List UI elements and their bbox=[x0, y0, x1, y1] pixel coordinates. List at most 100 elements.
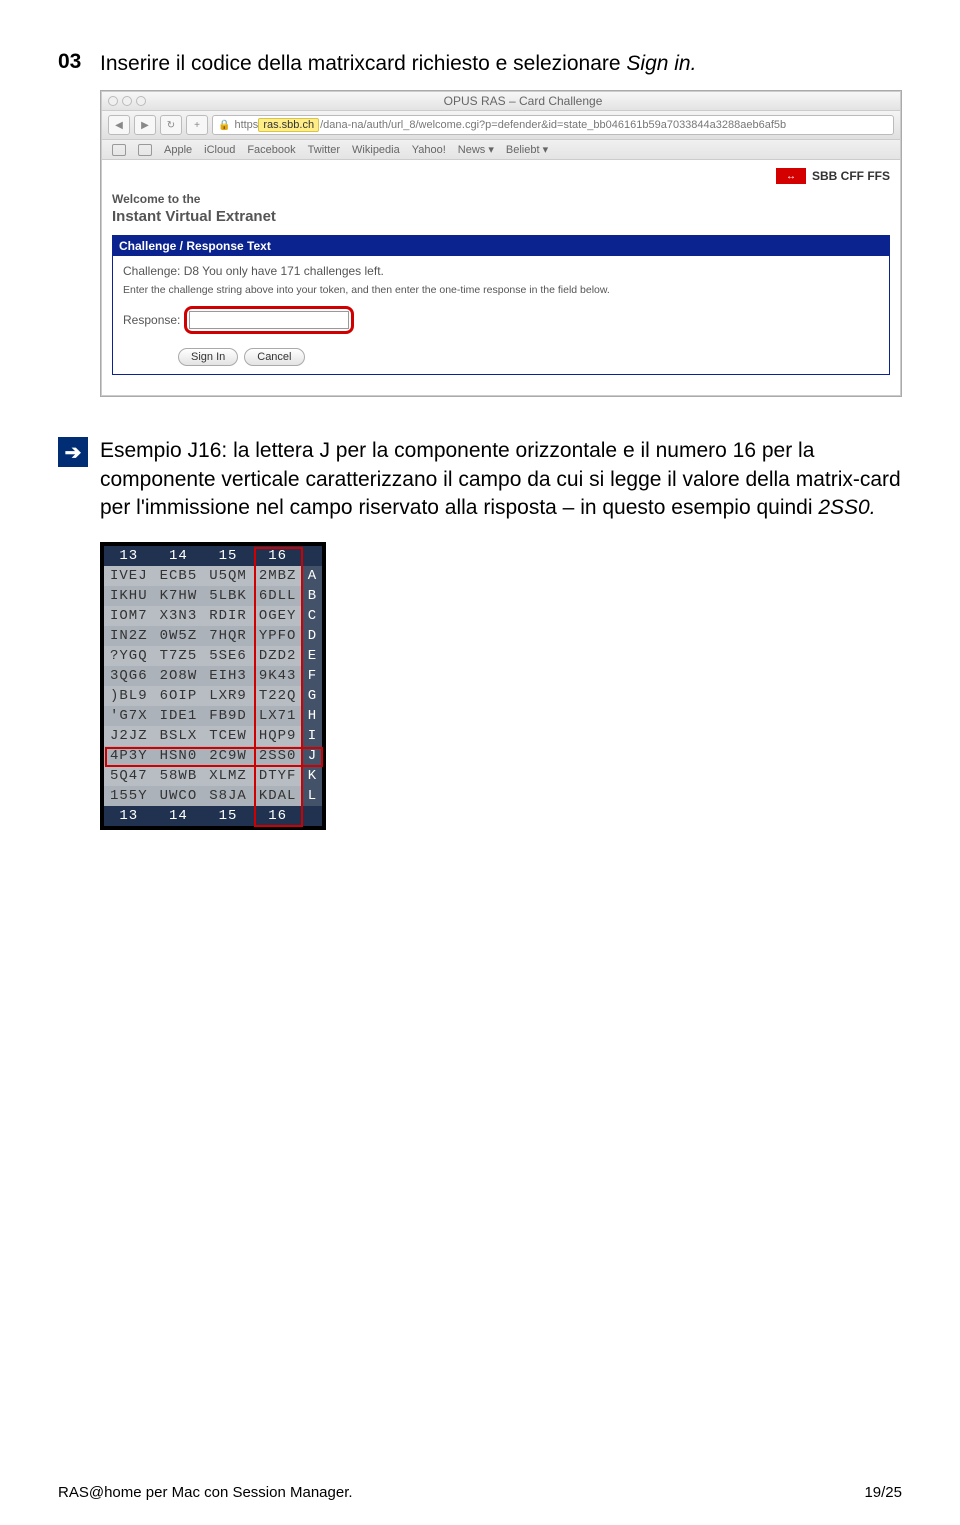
matrix-col-footer: 14 bbox=[154, 806, 204, 826]
url-scheme: https bbox=[234, 119, 258, 131]
matrix-col-header: 16 bbox=[253, 546, 303, 566]
matrix-cell: XLMZ bbox=[203, 766, 253, 786]
sbb-logo-area: ↔ SBB CFF FFS bbox=[112, 168, 890, 184]
bookmark-item[interactable]: iCloud bbox=[204, 144, 235, 156]
matrix-cell: IKHU bbox=[104, 586, 154, 606]
matrix-corner bbox=[302, 806, 322, 826]
matrix-cell: 5Q47 bbox=[104, 766, 154, 786]
matrix-cell: ?YGQ bbox=[104, 646, 154, 666]
bookmark-item[interactable]: Wikipedia bbox=[352, 144, 400, 156]
reload-button[interactable]: ↻ bbox=[160, 115, 182, 135]
topsites-icon[interactable] bbox=[138, 144, 152, 156]
matrix-cell: EIH3 bbox=[203, 666, 253, 686]
matrix-cell: UWCO bbox=[154, 786, 204, 806]
sbb-badge: ↔ SBB CFF FFS bbox=[776, 168, 890, 184]
matrix-cell: 5LBK bbox=[203, 586, 253, 606]
bookmark-item[interactable]: Facebook bbox=[247, 144, 295, 156]
matrix-cell: FB9D bbox=[203, 706, 253, 726]
matrix-cell: 6DLL bbox=[253, 586, 303, 606]
matrix-cell: T22Q bbox=[253, 686, 303, 706]
challenge-header: Challenge / Response Text bbox=[113, 236, 889, 256]
matrix-col-footer: 15 bbox=[203, 806, 253, 826]
welcome-line2: Instant Virtual Extranet bbox=[112, 208, 890, 225]
add-button[interactable]: + bbox=[186, 115, 208, 135]
matrix-cell: 7HQR bbox=[203, 626, 253, 646]
bookmark-item[interactable]: News ▾ bbox=[458, 143, 494, 156]
bookmark-item[interactable]: Beliebt ▾ bbox=[506, 143, 548, 156]
matrix-cell: T7Z5 bbox=[154, 646, 204, 666]
matrix-cell: 2C9W bbox=[203, 746, 253, 766]
matrix-cell: 0W5Z bbox=[154, 626, 204, 646]
cancel-button[interactable]: Cancel bbox=[244, 348, 304, 366]
matrix-col-header: 13 bbox=[104, 546, 154, 566]
matrix-cell: KDAL bbox=[253, 786, 303, 806]
traffic-lights bbox=[108, 96, 146, 106]
sbb-logo-icon: ↔ bbox=[776, 168, 806, 184]
bookmarks-icon[interactable] bbox=[112, 144, 126, 156]
matrix-row-label: D bbox=[302, 626, 322, 646]
step-text-italic: Sign in. bbox=[626, 52, 696, 75]
page-content: ↔ SBB CFF FFS Welcome to the Instant Vir… bbox=[102, 160, 900, 395]
step-row: 03 Inserire il codice della matrixcard r… bbox=[58, 50, 902, 78]
matrix-cell: TCEW bbox=[203, 726, 253, 746]
response-input[interactable] bbox=[189, 311, 349, 329]
address-bar[interactable]: 🔒 https ras.sbb.ch /dana-na/auth/url_8/w… bbox=[212, 115, 894, 135]
matrix-cell: IN2Z bbox=[104, 626, 154, 646]
matrix-cell: K7HW bbox=[154, 586, 204, 606]
matrix-cell: X3N3 bbox=[154, 606, 204, 626]
matrix-row-label: A bbox=[302, 566, 322, 586]
bookmark-bar: Apple iCloud Facebook Twitter Wikipedia … bbox=[102, 140, 900, 160]
matrix-cell: OGEY bbox=[253, 606, 303, 626]
matrixcard-table: 13141516IVEJECB5U5QM2MBZAIKHUK7HW5LBK6DL… bbox=[104, 546, 322, 826]
matrix-cell: 3QG6 bbox=[104, 666, 154, 686]
page-footer: RAS@home per Mac con Session Manager. 19… bbox=[58, 1484, 902, 1501]
matrix-row-label: G bbox=[302, 686, 322, 706]
matrix-corner bbox=[302, 546, 322, 566]
forward-button[interactable]: ▶ bbox=[134, 115, 156, 135]
browser-screenshot: OPUS RAS – Card Challenge ◀ ▶ ↻ + 🔒 http… bbox=[100, 90, 902, 397]
matrix-cell: RDIR bbox=[203, 606, 253, 626]
matrix-cell: 9K43 bbox=[253, 666, 303, 686]
matrix-cell: 'G7X bbox=[104, 706, 154, 726]
matrix-row-label: L bbox=[302, 786, 322, 806]
matrix-row-label: C bbox=[302, 606, 322, 626]
url-host-highlight: ras.sbb.ch bbox=[258, 118, 319, 132]
matrix-cell: 4P3Y bbox=[104, 746, 154, 766]
matrix-cell: IDE1 bbox=[154, 706, 204, 726]
url-path: /dana-na/auth/url_8/welcome.cgi?p=defend… bbox=[320, 119, 786, 131]
example-text: Esempio J16: la lettera J per la compone… bbox=[100, 437, 902, 522]
challenge-body: Challenge: D8 You only have 171 challeng… bbox=[113, 256, 889, 374]
matrix-cell: 2O8W bbox=[154, 666, 204, 686]
back-button[interactable]: ◀ bbox=[108, 115, 130, 135]
step-text-main: Inserire il codice della matrixcard rich… bbox=[100, 52, 626, 75]
matrix-row-label: H bbox=[302, 706, 322, 726]
bookmark-item[interactable]: Yahoo! bbox=[412, 144, 446, 156]
matrix-cell: 2MBZ bbox=[253, 566, 303, 586]
matrix-cell: DZD2 bbox=[253, 646, 303, 666]
matrix-cell: LXR9 bbox=[203, 686, 253, 706]
bookmark-item[interactable]: Twitter bbox=[308, 144, 340, 156]
matrix-cell: 5SE6 bbox=[203, 646, 253, 666]
challenge-hint: Enter the challenge string above into yo… bbox=[123, 284, 879, 296]
matrix-row-label: I bbox=[302, 726, 322, 746]
example-value: 2SS0. bbox=[818, 496, 875, 519]
matrix-cell: IOM7 bbox=[104, 606, 154, 626]
matrix-cell: HQP9 bbox=[253, 726, 303, 746]
response-row: Response: bbox=[123, 306, 879, 334]
matrix-row-label: K bbox=[302, 766, 322, 786]
matrix-row-label: E bbox=[302, 646, 322, 666]
matrix-cell: 155Y bbox=[104, 786, 154, 806]
matrix-cell: LX71 bbox=[253, 706, 303, 726]
footer-left: RAS@home per Mac con Session Manager. bbox=[58, 1484, 353, 1501]
matrix-cell: 6OIP bbox=[154, 686, 204, 706]
browser-toolbar: ◀ ▶ ↻ + 🔒 https ras.sbb.ch /dana-na/auth… bbox=[102, 111, 900, 140]
matrix-cell: HSN0 bbox=[154, 746, 204, 766]
challenge-panel: Challenge / Response Text Challenge: D8 … bbox=[112, 235, 890, 375]
bookmark-item[interactable]: Apple bbox=[164, 144, 192, 156]
step-instruction: Inserire il codice della matrixcard rich… bbox=[100, 50, 902, 78]
browser-title: OPUS RAS – Card Challenge bbox=[152, 94, 894, 108]
matrix-cell: S8JA bbox=[203, 786, 253, 806]
browser-window: OPUS RAS – Card Challenge ◀ ▶ ↻ + 🔒 http… bbox=[101, 91, 901, 396]
signin-button[interactable]: Sign In bbox=[178, 348, 238, 366]
matrix-col-footer: 13 bbox=[104, 806, 154, 826]
